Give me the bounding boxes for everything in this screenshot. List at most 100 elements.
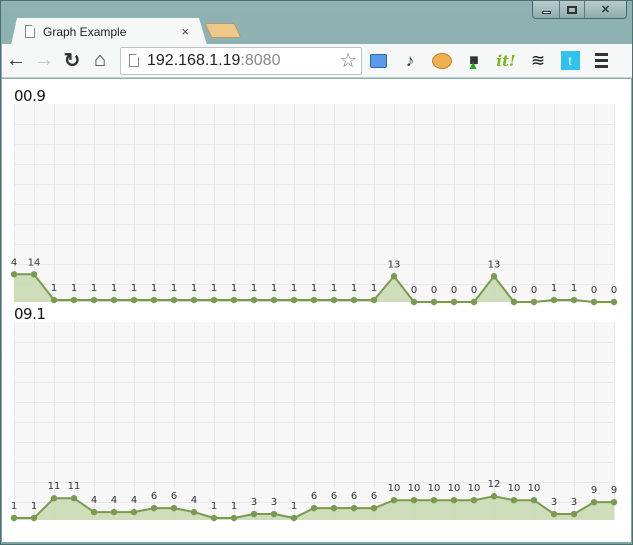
data-point [170,504,178,512]
data-label: 1 [351,283,357,294]
data-label: 1 [371,283,377,294]
data-point [70,495,78,502]
data-point [590,298,598,306]
address-bar[interactable]: 192.168.1.19:8080 ☆ [120,46,362,75]
reload-button[interactable]: ↻ [58,47,86,75]
maximize-button[interactable] [559,1,584,18]
tab-graph-example[interactable]: Graph Example × [11,18,207,45]
data-point [550,510,558,518]
data-point [530,298,538,306]
data-point [50,296,58,304]
data-point [110,508,118,516]
data-label: 1 [131,283,137,294]
pufferfish-icon [432,52,452,69]
data-point [610,298,618,306]
menu-bar-icon [594,65,608,68]
data-point [490,273,498,280]
data-label: 0 [591,285,597,296]
menu-bar-icon [594,59,608,62]
data-label: 1 [291,501,297,512]
data-point [210,514,218,522]
twitter-extension[interactable]: t [554,47,586,75]
data-point [270,296,278,304]
data-label: 13 [488,259,501,270]
forward-arrow-icon: → [34,49,54,71]
home-button[interactable]: ⌂ [86,47,114,75]
chart-2: 1 111 114 4 4 6 6 41 1 3 3 16 6 6 610 10 10 10 10 12 10 103 39… [10,322,618,522]
lamp-extension[interactable]: ♪ [394,47,426,75]
data-point [350,296,358,304]
minimize-icon [541,11,551,14]
reload-icon: ↻ [63,50,81,72]
data-label: 1 [231,501,237,512]
back-button[interactable]: ← [2,47,30,75]
data-label: 6 [331,491,337,502]
data-label: 1 [251,283,257,294]
evernote-extension[interactable]: ■ ▲ [458,47,490,75]
data-label: 1 [271,283,277,294]
data-label: 1 [11,501,17,512]
data-label: 4 [111,495,117,506]
data-point [590,498,598,506]
data-label: 9 [591,485,597,496]
document-icon [25,25,35,38]
data-point [330,504,338,512]
data-label: 0 [611,285,617,296]
data-point [290,514,298,522]
data-point [450,497,458,504]
data-label: 10 [428,483,441,494]
data-point [370,504,378,512]
bookmark-star-icon[interactable]: ☆ [339,48,357,73]
data-label: 0 [451,285,457,296]
minimize-button[interactable] [533,1,559,18]
data-label: 1 [51,283,57,294]
data-point [250,296,258,304]
data-label: 0 [471,285,477,296]
data-point [470,497,478,504]
data-label: 11 [48,481,61,492]
home-icon: ⌂ [93,49,107,71]
new-tab-button[interactable] [204,23,242,38]
data-label: 10 [508,483,521,494]
buffer-extension[interactable]: ≋ [522,47,554,75]
data-label: 10 [388,483,401,494]
pufferfish-extension[interactable] [426,47,458,75]
maximize-icon [567,5,577,14]
data-label: 4 [191,495,197,506]
data-label: 9 [611,485,617,496]
chrome-menu-button[interactable] [586,53,616,68]
page-icon [129,54,139,67]
chart-1: 4 14 1 1 1 1 1 1 1 1 1 1 1 1 1 1 1 1 1 13 0 0 0 0 13 0 0 1 1 0 0 [10,104,618,306]
forward-button[interactable]: → [30,47,58,75]
data-label: 10 [528,483,541,494]
data-label: 1 [111,283,117,294]
scoopit-extension[interactable]: it! [490,47,522,75]
tab-close-button[interactable]: × [181,24,189,39]
speed-dial-extension[interactable] [362,47,394,75]
data-point [350,504,358,512]
data-point [310,296,318,304]
data-label: 4 [91,495,97,506]
buffer-layers-icon: ≋ [530,50,546,70]
data-label: 6 [371,491,377,502]
data-point [230,296,238,304]
data-point [510,497,518,504]
data-label: 1 [31,501,37,512]
data-label: 0 [511,285,517,296]
data-label: 10 [408,483,421,494]
data-label: 4 [131,495,137,506]
data-point [330,296,338,304]
data-label: 6 [171,491,177,502]
data-point [310,504,318,512]
data-label: 14 [28,257,41,268]
page-content: 00.9 4 14 1 1 1 1 1 1 1 1 1 1 1 1 1 1 1 1 1 13 0 0 0 0 13 0 0 1 1 0 0 … [2,79,631,542]
data-point [530,497,538,504]
lamp-icon: ♪ [405,50,415,70]
data-label: 1 [211,501,217,512]
browser-window: ✕ Graph Example × ← → ↻ ⌂ 192.168.1.19:8… [0,0,633,545]
data-point [10,271,18,278]
close-window-button[interactable]: ✕ [584,1,626,18]
data-label: 1 [151,283,157,294]
menu-bar-icon [594,53,608,56]
data-point [50,495,58,502]
